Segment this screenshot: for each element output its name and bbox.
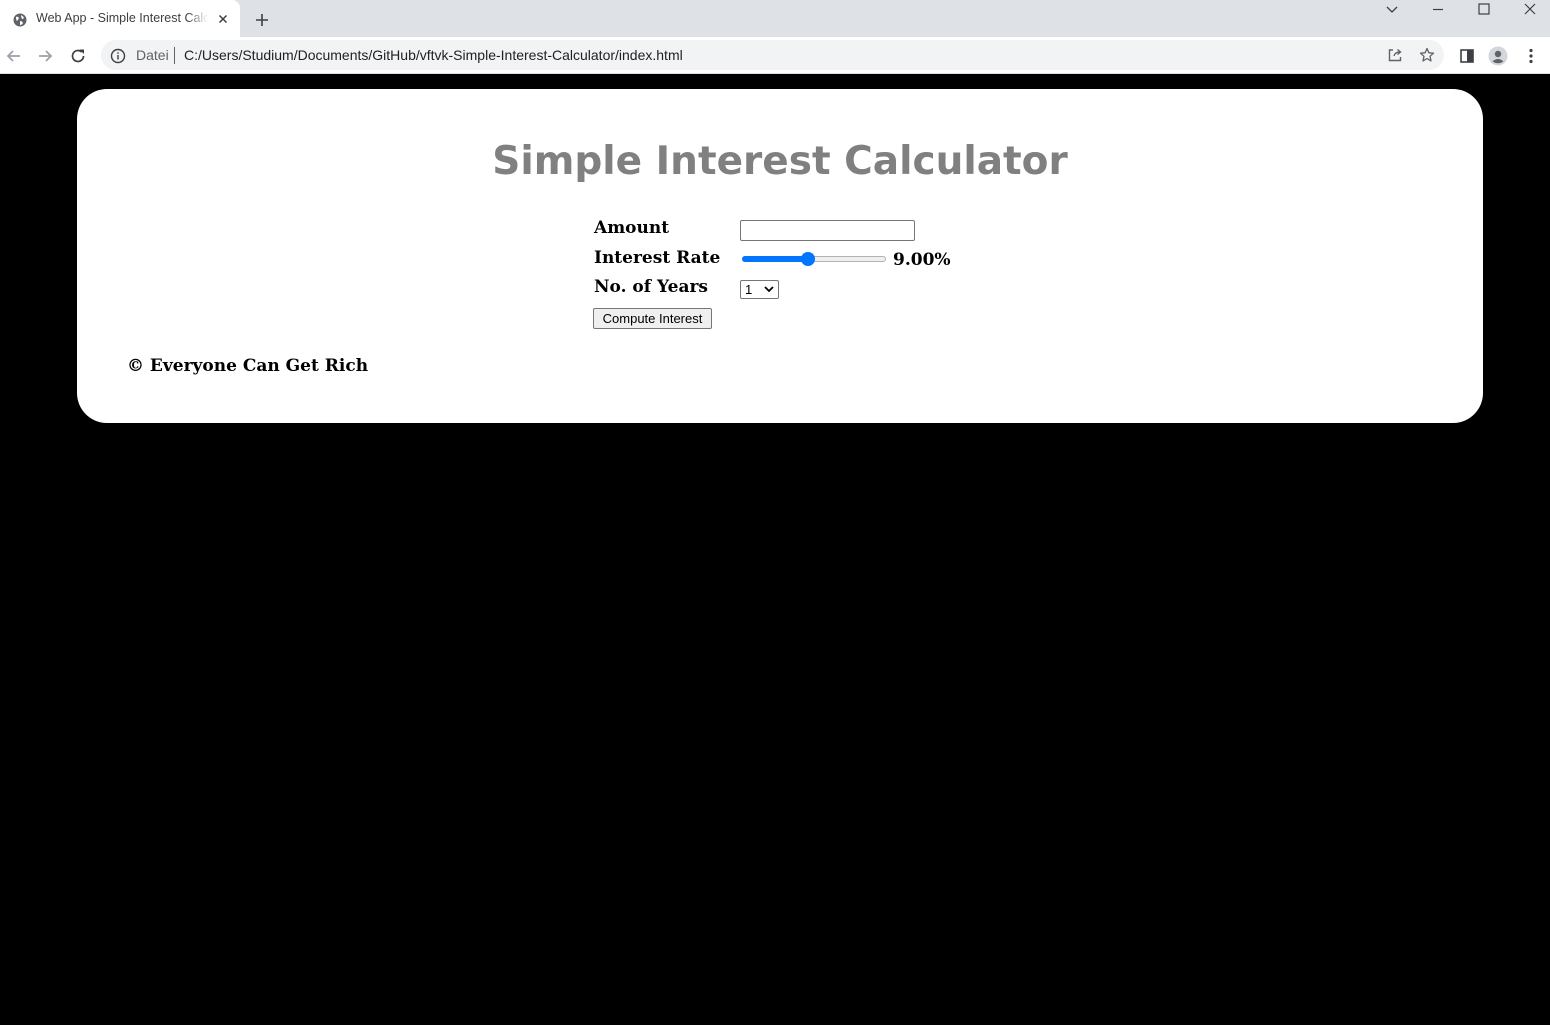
footer-text: © Everyone Can Get Rich [127, 356, 369, 376]
close-icon[interactable] [1507, 0, 1550, 20]
compute-interest-button[interactable]: Compute Interest [593, 308, 712, 329]
address-bar[interactable]: Datei C:/Users/Studium/Documents/GitHub/… [101, 40, 1444, 70]
star-icon[interactable] [1419, 47, 1435, 63]
years-selected-value: 1 [745, 282, 753, 297]
chevron-down-icon [764, 286, 774, 293]
globe-icon [13, 12, 27, 27]
amount-label: Amount [594, 218, 670, 238]
arrow-right-icon[interactable] [35, 46, 55, 66]
security-chip[interactable]: Datei [136, 47, 169, 63]
interest-rate-label: Interest Rate [594, 248, 721, 268]
page-title: Simple Interest Calculator [492, 139, 1068, 184]
calculator-card: Simple Interest Calculator Amount Intere… [77, 89, 1483, 423]
years-label: No. of Years [594, 277, 709, 297]
plus-icon[interactable] [253, 11, 271, 29]
slider-thumb[interactable] [801, 252, 815, 266]
close-icon[interactable] [215, 11, 231, 27]
share-icon[interactable] [1387, 47, 1403, 63]
omnibox-divider [174, 47, 175, 64]
interest-rate-slider[interactable] [742, 252, 886, 266]
info-icon[interactable] [110, 48, 126, 64]
browser-tab[interactable]: Web App - Simple Interest Calculator [0, 0, 240, 37]
url-text[interactable]: C:/Users/Studium/Documents/GitHub/vftvk-… [184, 47, 683, 63]
years-select[interactable]: 1 [740, 280, 779, 299]
slider-fill [742, 256, 808, 262]
minimize-icon[interactable] [1415, 0, 1461, 20]
amount-input[interactable] [740, 220, 915, 241]
maximize-icon[interactable] [1461, 0, 1507, 20]
avatar-icon[interactable] [1488, 46, 1508, 66]
chevron-down-icon[interactable] [1369, 0, 1415, 20]
side-panel-icon[interactable] [1457, 46, 1477, 66]
interest-rate-value: 9.00% [893, 250, 951, 270]
tab-title: Web App - Simple Interest Calculator [36, 11, 208, 25]
reload-icon[interactable] [68, 46, 88, 66]
kebab-menu-icon[interactable] [1521, 46, 1541, 66]
browser-toolbar: Datei C:/Users/Studium/Documents/GitHub/… [0, 37, 1550, 74]
tab-strip: Web App - Simple Interest Calculator [0, 0, 1550, 37]
arrow-left-icon[interactable] [4, 46, 24, 66]
